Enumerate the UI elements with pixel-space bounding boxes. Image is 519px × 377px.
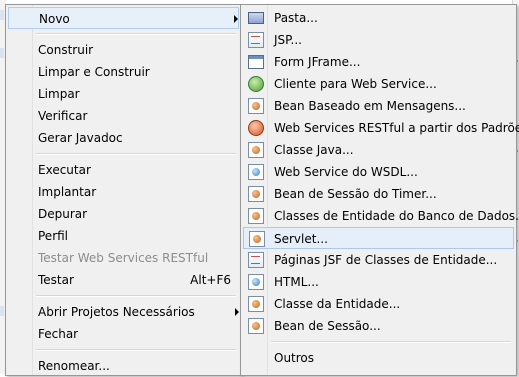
submenu-item-label: Classe da Entidade... <box>274 297 401 311</box>
submenu-item-label: Classe Java... <box>274 143 354 157</box>
menu-item-label: Abrir Projetos Necessários <box>38 305 195 319</box>
menu-item-label: Gerar Javadoc <box>38 131 123 145</box>
submenu-item-label: Bean de Sessão... <box>274 319 381 333</box>
menu-item-testar-web-services-restful: Testar Web Services RESTful <box>8 247 239 269</box>
submenu-item-outros[interactable]: Outros <box>243 347 514 369</box>
submenu-item-label: Bean de Sessão do Timer... <box>274 187 437 201</box>
session-bean-icon <box>248 318 264 334</box>
project-context-menu: Novo Construir Limpar e Construir Limpar… <box>5 4 242 376</box>
tree-node-marker <box>0 306 4 316</box>
menu-item-depurar[interactable]: Depurar <box>8 203 239 225</box>
submenu-item-label: HTML... <box>274 275 319 289</box>
submenu-item-pasta[interactable]: Pasta... <box>243 7 514 29</box>
restful-service-icon <box>248 120 264 136</box>
menu-separator <box>36 349 236 351</box>
menu-item-label: Perfil <box>38 229 69 243</box>
jframe-form-icon <box>248 55 264 69</box>
submenu-item-web-service-wsdl[interactable]: Web Service do WSDL... <box>243 161 514 183</box>
menu-item-label: Fechar <box>38 327 79 341</box>
shortcut-label: Alt+F6 <box>190 273 231 287</box>
web-service-client-icon <box>248 76 264 92</box>
java-class-icon <box>248 142 264 158</box>
submenu-item-label: Cliente para Web Service... <box>274 77 437 91</box>
submenu-item-paginas-jsf[interactable]: Páginas JSF de Classes de Entidade... <box>243 249 514 271</box>
menu-item-label: Verificar <box>38 109 88 123</box>
menu-separator <box>36 153 236 155</box>
submenu-arrow-icon <box>235 308 239 316</box>
submenu-item-classe-entidade[interactable]: Classe da Entidade... <box>243 293 514 315</box>
menu-item-label: Novo <box>39 12 70 26</box>
menu-item-label: Limpar <box>38 87 80 101</box>
menu-item-label: Executar <box>38 163 91 177</box>
submenu-arrow-icon <box>234 15 238 23</box>
submenu-item-label: Web Services RESTful a partir dos Padrõe… <box>274 121 519 135</box>
submenu-item-label: Outros <box>274 351 315 365</box>
submenu-item-restful-padroes[interactable]: Web Services RESTful a partir dos Padrõe… <box>243 117 519 139</box>
menu-item-label: Construir <box>38 43 94 57</box>
menu-item-construir[interactable]: Construir <box>8 39 239 61</box>
submenu-item-bean-sessao[interactable]: Bean de Sessão... <box>243 315 514 337</box>
menu-item-executar[interactable]: Executar <box>8 159 239 181</box>
menu-item-verificar[interactable]: Verificar <box>8 105 239 127</box>
menu-item-label: Limpar e Construir <box>38 65 150 79</box>
submenu-item-jsp[interactable]: JSP... <box>243 29 514 51</box>
menu-item-limpar[interactable]: Limpar <box>8 83 239 105</box>
submenu-item-classes-entidade-bd[interactable]: Classes de Entidade do Banco de Dados... <box>243 205 519 227</box>
jsp-file-icon <box>248 32 264 48</box>
menu-item-label: Testar Web Services RESTful <box>38 251 209 265</box>
servlet-icon <box>249 231 265 247</box>
jsf-pages-icon <box>248 252 264 268</box>
menu-item-limpar-e-construir[interactable]: Limpar e Construir <box>8 61 239 83</box>
submenu-item-servlet[interactable]: Servlet... <box>243 227 514 249</box>
menu-separator <box>36 295 236 297</box>
menu-item-label: Depurar <box>38 207 88 221</box>
html-file-icon <box>248 274 264 290</box>
menu-separator <box>36 33 236 35</box>
submenu-item-bean-sessao-timer[interactable]: Bean de Sessão do Timer... <box>243 183 514 205</box>
tree-node-marker <box>0 48 4 58</box>
menu-item-fechar[interactable]: Fechar <box>8 323 239 345</box>
message-bean-icon <box>248 98 264 114</box>
submenu-item-label: Classes de Entidade do Banco de Dados... <box>274 209 519 223</box>
tree-node-marker <box>0 10 4 20</box>
menu-item-novo[interactable]: Novo <box>8 7 239 29</box>
folder-icon <box>248 12 264 24</box>
submenu-item-bean-mensagens[interactable]: Bean Baseado em Mensagens... <box>243 95 514 117</box>
entity-class-icon <box>248 296 264 312</box>
submenu-item-html[interactable]: HTML... <box>243 271 514 293</box>
submenu-item-form-jframe[interactable]: Form JFrame... <box>243 51 514 73</box>
entity-classes-icon <box>248 208 264 224</box>
new-file-submenu: Pasta... JSP... Form JFrame... Cliente p… <box>240 4 519 376</box>
submenu-item-label: Web Service do WSDL... <box>274 165 418 179</box>
menu-item-abrir-projetos-necessarios[interactable]: Abrir Projetos Necessários <box>8 301 239 323</box>
menu-item-label: Implantar <box>38 185 97 199</box>
menu-item-gerar-javadoc[interactable]: Gerar Javadoc <box>8 127 239 149</box>
submenu-separator <box>271 341 511 343</box>
submenu-item-classe-java[interactable]: Classe Java... <box>243 139 514 161</box>
submenu-item-label: Pasta... <box>274 11 318 25</box>
menu-item-perfil[interactable]: Perfil <box>8 225 239 247</box>
submenu-item-label: Páginas JSF de Classes de Entidade... <box>274 253 498 267</box>
submenu-item-label: JSP... <box>274 33 302 47</box>
submenu-item-cliente-web-service[interactable]: Cliente para Web Service... <box>243 73 514 95</box>
wsdl-service-icon <box>248 164 264 180</box>
submenu-item-label: Bean Baseado em Mensagens... <box>274 99 466 113</box>
timer-session-bean-icon <box>248 186 264 202</box>
submenu-item-label: Form JFrame... <box>274 55 361 69</box>
menu-item-implantar[interactable]: Implantar <box>8 181 239 203</box>
submenu-item-label: Servlet... <box>274 232 328 246</box>
menu-item-testar[interactable]: Testar Alt+F6 <box>8 269 239 291</box>
menu-item-label: Testar <box>38 273 74 287</box>
